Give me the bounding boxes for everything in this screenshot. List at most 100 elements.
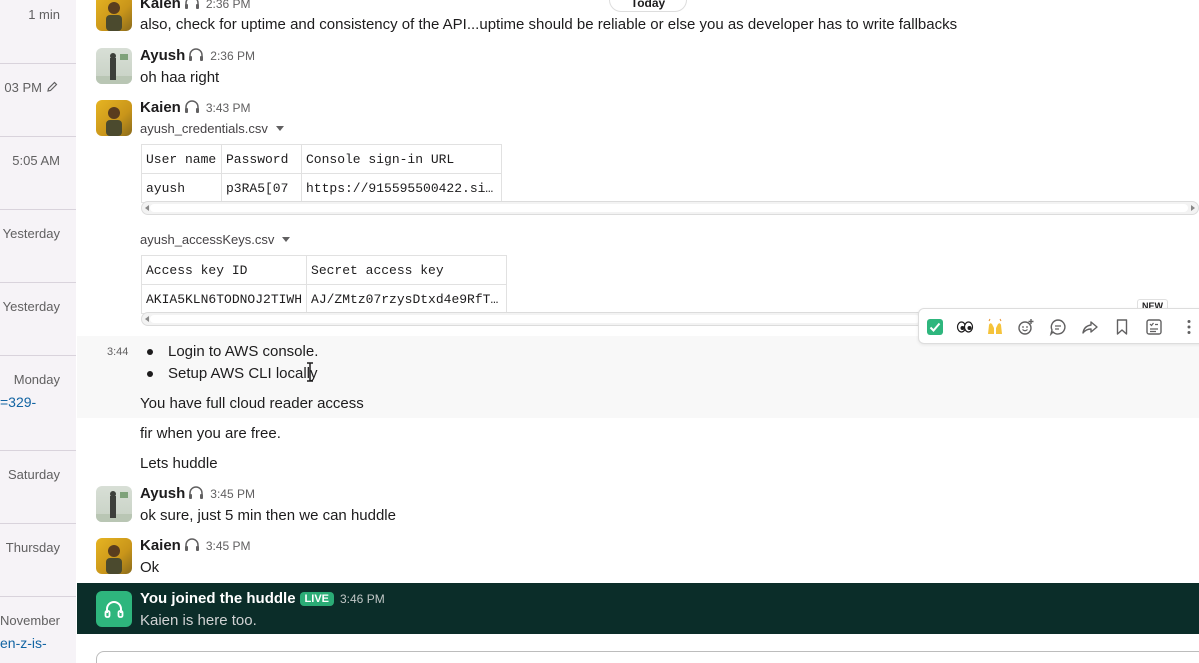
reply-in-thread-icon (1049, 319, 1066, 337)
table-header-cell: Console sign-in URL (301, 144, 502, 174)
avatar[interactable] (96, 100, 132, 136)
message-timestamp[interactable]: 3:45 PM (206, 539, 251, 553)
message-header: Kaien 3:45 PM (140, 537, 251, 555)
huddle-title: You joined the huddle LIVE 3:46 PM (140, 590, 385, 607)
headphones-icon (184, 538, 199, 551)
add-to-list-button[interactable] (1142, 315, 1166, 339)
share-message-button[interactable] (1078, 315, 1102, 339)
scrollbar-thumb[interactable] (150, 204, 1188, 212)
add-to-list-icon (1146, 319, 1162, 335)
kaien-avatar-image (106, 2, 122, 31)
table-row: AKIA5KLN6TODNOJ2TIWH AJ/ZMtz07rzysDtxd4e… (140, 284, 508, 314)
chevron-down-icon[interactable] (282, 237, 291, 242)
table-row: ayush p3RA5[07 https://915595500422.si… (141, 173, 502, 203)
table-cell: AKIA5KLN6TODNOJ2TIWH (140, 284, 308, 314)
ayush-avatar-image (96, 491, 132, 522)
huddle-icon (96, 591, 132, 627)
add-reaction-button[interactable] (1014, 315, 1038, 339)
message-timestamp[interactable]: 3:43 PM (206, 101, 251, 115)
file-title[interactable]: ayush_accessKeys.csv (140, 232, 291, 247)
avatar[interactable] (96, 486, 132, 522)
huddle-notification[interactable]: You joined the huddle LIVE 3:46 PM Kaien i… (77, 583, 1199, 634)
sender-name[interactable]: Kaien (140, 0, 181, 12)
sidebar-item[interactable]: November en-z-is- (0, 597, 76, 663)
ayush-avatar-image (96, 53, 132, 84)
sidebar-item[interactable]: Yesterday (0, 283, 76, 356)
date-divider-pill[interactable]: Today (609, 0, 687, 12)
message-timestamp[interactable]: 2:36 PM (210, 49, 255, 63)
csv-preview-table: User name Password Console sign-in URL a… (141, 144, 502, 203)
sidebar-item[interactable]: 03 PM (0, 64, 76, 137)
chevron-down-icon[interactable] (275, 126, 284, 131)
live-badge: LIVE (299, 592, 334, 606)
sidebar-item-time: Yesterday (2, 299, 60, 314)
sidebar-item-time: Monday (13, 372, 60, 387)
table-cell: p3RA5[07 (221, 173, 302, 203)
eyes-emoji-button[interactable] (953, 315, 977, 339)
sidebar-item[interactable]: 5:05 AM (0, 137, 76, 210)
sender-name[interactable]: Ayush (140, 47, 185, 64)
table-header-cell: Access key ID (140, 255, 308, 285)
sidebar-item-time: Thursday (5, 540, 60, 555)
reply-in-thread-button[interactable] (1046, 315, 1070, 339)
message-timestamp[interactable]: 2:36 PM (206, 0, 251, 11)
check-mark-icon (927, 319, 943, 335)
raised-hands-icon (988, 318, 1002, 334)
horizontal-scrollbar[interactable] (141, 201, 1199, 215)
horizontal-scrollbar[interactable] (141, 312, 931, 326)
eyes-icon (956, 321, 974, 333)
message-text: fir when you are free. (140, 425, 281, 442)
sender-name[interactable]: Ayush (140, 485, 185, 502)
sidebar-item-time: Yesterday (2, 226, 60, 241)
scroll-left-arrow-icon[interactable] (145, 316, 149, 322)
scroll-left-arrow-icon[interactable] (145, 205, 149, 211)
message-timestamp[interactable]: 3:46 PM (340, 592, 385, 606)
sidebar-item[interactable]: Saturday (0, 451, 76, 524)
sidebar-item-time: November (0, 613, 60, 628)
list-bullet (147, 349, 153, 355)
more-actions-icon (1187, 320, 1191, 334)
sidebar-item[interactable]: 1 min (0, 0, 76, 64)
raised-hands-emoji-button[interactable] (983, 315, 1007, 339)
kaien-avatar-image (106, 545, 122, 574)
table-cell: ayush (141, 173, 222, 203)
sidebar-item[interactable]: Monday =329- (0, 356, 76, 451)
message-text: ok sure, just 5 min then we can huddle (140, 507, 396, 524)
message-text: Ok (140, 559, 160, 576)
headphones-icon (104, 601, 124, 618)
scroll-right-arrow-icon[interactable] (1191, 205, 1195, 211)
message-pane: Kaien 2:36 PM also, check for uptime and … (77, 0, 1199, 663)
add-reaction-icon (1018, 319, 1034, 335)
sidebar-item[interactable]: Yesterday (0, 210, 76, 283)
headphones-icon (184, 100, 199, 113)
avatar[interactable] (96, 538, 132, 574)
message-timestamp[interactable]: 3:44 (107, 346, 128, 358)
more-actions-button[interactable] (1177, 315, 1199, 339)
sidebar-item-link[interactable]: en-z-is- (0, 635, 47, 651)
file-title[interactable]: ayush_credentials.csv (140, 121, 284, 136)
message-header: Kaien 2:36 PM (140, 0, 251, 13)
scrollbar-thumb[interactable] (150, 315, 920, 323)
huddle-subtitle: Kaien is here too. (140, 612, 257, 629)
sidebar-item[interactable]: Thursday (0, 524, 76, 597)
message-header: Kaien 3:43 PM (140, 99, 251, 117)
avatar[interactable] (96, 0, 132, 31)
conversation-sidebar: 1 min 03 PM 5:05 AM Yesterday Yesterday … (0, 0, 76, 663)
sidebar-item-time: 03 PM (4, 80, 58, 95)
save-for-later-button[interactable] (1110, 315, 1134, 339)
message-text: oh haa right (140, 69, 220, 86)
sender-name[interactable]: Kaien (140, 99, 181, 116)
check-mark-emoji-button[interactable] (923, 315, 947, 339)
message-composer[interactable] (96, 651, 1199, 663)
bookmark-icon (1116, 319, 1128, 335)
avatar[interactable] (96, 48, 132, 84)
message-text: also, check for uptime and consistency o… (140, 16, 958, 33)
table-header-cell: User name (141, 144, 222, 174)
sidebar-item-time: 1 min (28, 7, 60, 22)
message-timestamp[interactable]: 3:45 PM (210, 487, 255, 501)
sidebar-item-link[interactable]: =329- (0, 394, 36, 410)
headphones-icon (189, 486, 204, 499)
sender-name[interactable]: Kaien (140, 537, 181, 554)
table-header-cell: Secret access key (306, 255, 508, 285)
list-item: Login to AWS console. (168, 343, 319, 360)
